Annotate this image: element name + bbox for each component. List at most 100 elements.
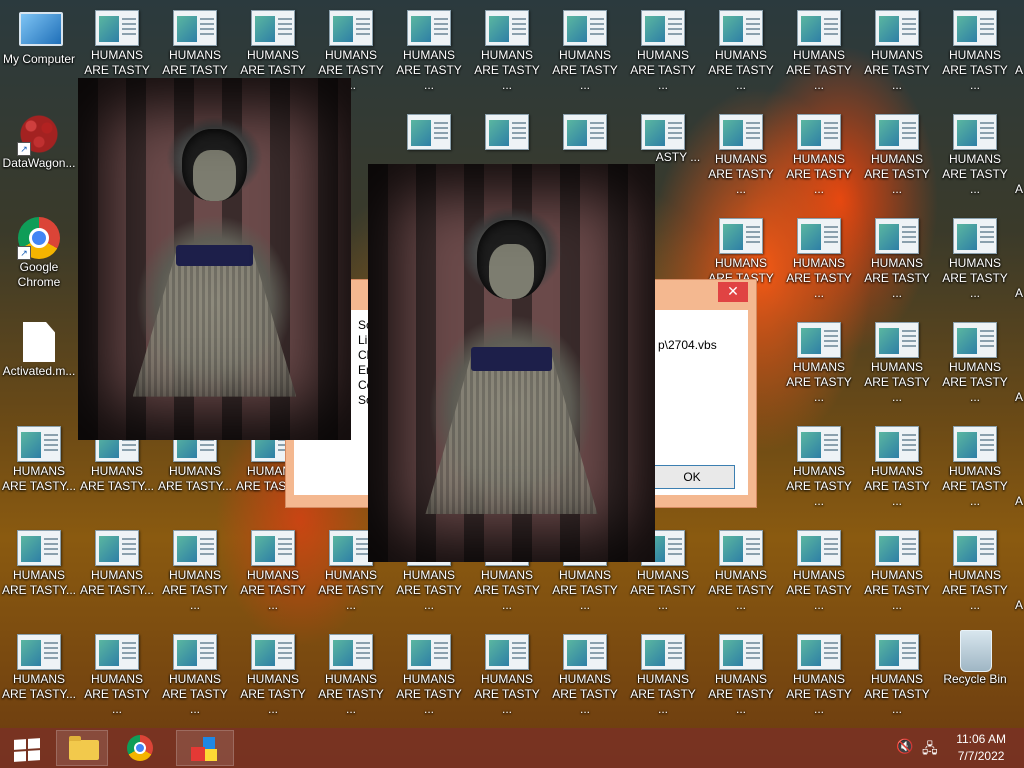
spam-shortcut-label: HUMANS ARE TASTY ... [786, 152, 852, 196]
spam-shortcut[interactable]: HUMANS ARE TASTY ... [858, 520, 936, 620]
recycle-bin-icon [953, 628, 997, 672]
spam-shortcut[interactable]: HUMANS ARE TASTY ... [936, 208, 1014, 308]
spam-shortcut-label: HUMANS ARE TASTY ... [162, 568, 228, 612]
spam-shortcut[interactable]: HUMANS ARE TASTY ... [156, 520, 234, 620]
spam-shortcut[interactable]: HUMANS ARE TASTY ... [936, 416, 1014, 516]
volume-muted-icon[interactable]: 🔇 [896, 738, 913, 755]
spam-shortcut[interactable]: HUMANS ARE TASTY ... [546, 624, 624, 724]
taskbar-chrome[interactable] [114, 730, 166, 766]
spam-shortcut-label: ASTY ... [655, 150, 701, 164]
spam-shortcut[interactable]: HUMANS ARE TASTY... [0, 624, 78, 724]
spam-shortcut[interactable]: HUMANS ARE TASTY ... [936, 312, 1014, 412]
spam-shortcut-clipped[interactable]: A [1014, 416, 1024, 516]
spam-shortcut[interactable]: HUMANS ARE TASTY ... [234, 624, 312, 724]
spam-shortcut-label: A [1014, 182, 1023, 196]
window-icon [797, 10, 841, 46]
network-icon[interactable]: 🖧 [922, 738, 938, 762]
spam-shortcut-label: HUMANS ARE TASTY ... [942, 464, 1008, 508]
spam-shortcut-clipped[interactable]: A [1014, 104, 1024, 204]
spam-shortcut-label: HUMANS ARE TASTY ... [864, 256, 930, 300]
window-icon [485, 114, 529, 150]
window-icon [407, 10, 451, 46]
spam-shortcut[interactable]: HUMANS ARE TASTY ... [390, 624, 468, 724]
close-button[interactable]: ✕ [718, 282, 748, 302]
spam-shortcut[interactable]: HUMANS ARE TASTY ... [702, 520, 780, 620]
doll-photo-window-2[interactable] [368, 164, 655, 562]
spam-shortcut[interactable]: HUMANS ARE TASTY... [0, 416, 78, 516]
spam-shortcut-label: HUMANS ARE TASTY ... [786, 360, 852, 404]
my-computer-shortcut[interactable]: My Computer [0, 4, 78, 104]
spam-shortcut[interactable]: HUMANS ARE TASTY ... [624, 624, 702, 724]
spam-shortcut-label: HUMANS ARE TASTY ... [318, 672, 384, 716]
spam-shortcut[interactable]: HUMANS ARE TASTY ... [780, 0, 858, 100]
window-icon [797, 634, 841, 670]
spam-shortcut[interactable]: HUMANS ARE TASTY ... [546, 0, 624, 100]
spam-shortcut[interactable]: HUMANS ARE TASTY ... [156, 624, 234, 724]
taskbar: 🔇 🖧 11:06 AM 7/7/2022 [0, 728, 1024, 768]
spam-shortcut[interactable]: HUMANS ARE TASTY ... [780, 520, 858, 620]
window-icon [329, 634, 373, 670]
spam-shortcut[interactable]: HUMANS ARE TASTY ... [624, 0, 702, 100]
spam-shortcut[interactable]: HUMANS ARE TASTY ... [468, 0, 546, 100]
window-icon [875, 634, 919, 670]
window-icon [17, 634, 61, 670]
spam-shortcut[interactable]: HUMANS ARE TASTY ... [858, 208, 936, 308]
spam-shortcut-clipped[interactable]: A [1014, 0, 1024, 100]
taskbar-clock[interactable]: 11:06 AM 7/7/2022 [956, 731, 1006, 765]
ok-button[interactable]: OK [649, 465, 735, 489]
spam-shortcut[interactable]: HUMANS ARE TASTY ... [780, 208, 858, 308]
spam-shortcut[interactable]: HUMANS ARE TASTY ... [780, 312, 858, 412]
datawagon-shortcut[interactable]: ↗ DataWagon... [0, 108, 78, 208]
spam-shortcut-label: HUMANS ARE TASTY ... [864, 360, 930, 404]
taskbar-blocks-app[interactable] [176, 730, 234, 766]
window-icon [875, 114, 919, 150]
spam-shortcut[interactable]: HUMANS ARE TASTY... [0, 520, 78, 620]
recycle-bin-shortcut[interactable]: Recycle Bin [936, 624, 1014, 724]
spam-shortcut[interactable]: HUMANS ARE TASTY ... [936, 520, 1014, 620]
spam-shortcut-label: A [1014, 494, 1023, 508]
window-icon [95, 530, 139, 566]
spam-shortcut-clipped[interactable]: A [1014, 520, 1024, 620]
window-icon [17, 426, 61, 462]
doll-photo-window-1[interactable] [78, 78, 351, 440]
spam-shortcut[interactable]: HUMANS ARE TASTY ... [780, 104, 858, 204]
spam-shortcut-label: HUMANS ARE TASTY ... [708, 152, 774, 196]
spam-shortcut-label: HUMANS ARE TASTY ... [396, 672, 462, 716]
window-icon [953, 10, 997, 46]
start-button[interactable] [4, 730, 44, 766]
spam-shortcut[interactable]: HUMANS ARE TASTY ... [858, 416, 936, 516]
spam-shortcut[interactable]: HUMANS ARE TASTY ... [936, 104, 1014, 204]
windows-logo-icon [14, 738, 40, 762]
spam-shortcut-clipped[interactable]: A [1014, 312, 1024, 412]
spam-shortcut-label: HUMANS ARE TASTY... [157, 464, 233, 493]
spam-shortcut-label: HUMANS ARE TASTY ... [630, 672, 696, 716]
window-icon [173, 530, 217, 566]
spam-shortcut[interactable]: HUMANS ARE TASTY ... [858, 624, 936, 724]
spam-shortcut-clipped[interactable]: A [1014, 208, 1024, 308]
spam-shortcut[interactable]: HUMANS ARE TASTY... [78, 520, 156, 620]
spam-shortcut[interactable]: HUMANS ARE TASTY ... [858, 104, 936, 204]
window-icon [485, 634, 529, 670]
my-computer-icon [17, 8, 63, 52]
window-icon [953, 322, 997, 358]
activated-file[interactable]: Activated.m... [0, 316, 78, 416]
window-icon [719, 218, 763, 254]
window-icon [953, 426, 997, 462]
window-icon [407, 634, 451, 670]
spam-shortcut[interactable]: HUMANS ARE TASTY ... [780, 624, 858, 724]
spam-shortcut[interactable]: HUMANS ARE TASTY ... [390, 0, 468, 100]
spam-shortcut-label: A [1014, 63, 1023, 77]
spam-shortcut[interactable]: HUMANS ARE TASTY ... [702, 104, 780, 204]
spam-shortcut[interactable]: HUMANS ARE TASTY ... [312, 624, 390, 724]
spam-shortcut[interactable]: HUMANS ARE TASTY ... [858, 0, 936, 100]
spam-shortcut[interactable]: HUMANS ARE TASTY ... [78, 624, 156, 724]
spam-shortcut[interactable]: HUMANS ARE TASTY ... [780, 416, 858, 516]
spam-shortcut[interactable]: HUMANS ARE TASTY ... [702, 0, 780, 100]
spam-shortcut[interactable]: HUMANS ARE TASTY ... [468, 624, 546, 724]
spam-shortcut[interactable]: HUMANS ARE TASTY ... [936, 0, 1014, 100]
spam-shortcut[interactable]: HUMANS ARE TASTY ... [858, 312, 936, 412]
taskbar-file-explorer[interactable] [56, 730, 108, 766]
spam-shortcut[interactable]: HUMANS ARE TASTY ... [702, 624, 780, 724]
spam-shortcut[interactable]: HUMANS ARE TASTY ... [234, 520, 312, 620]
google-chrome-shortcut[interactable]: ↗ Google Chrome [0, 212, 78, 312]
